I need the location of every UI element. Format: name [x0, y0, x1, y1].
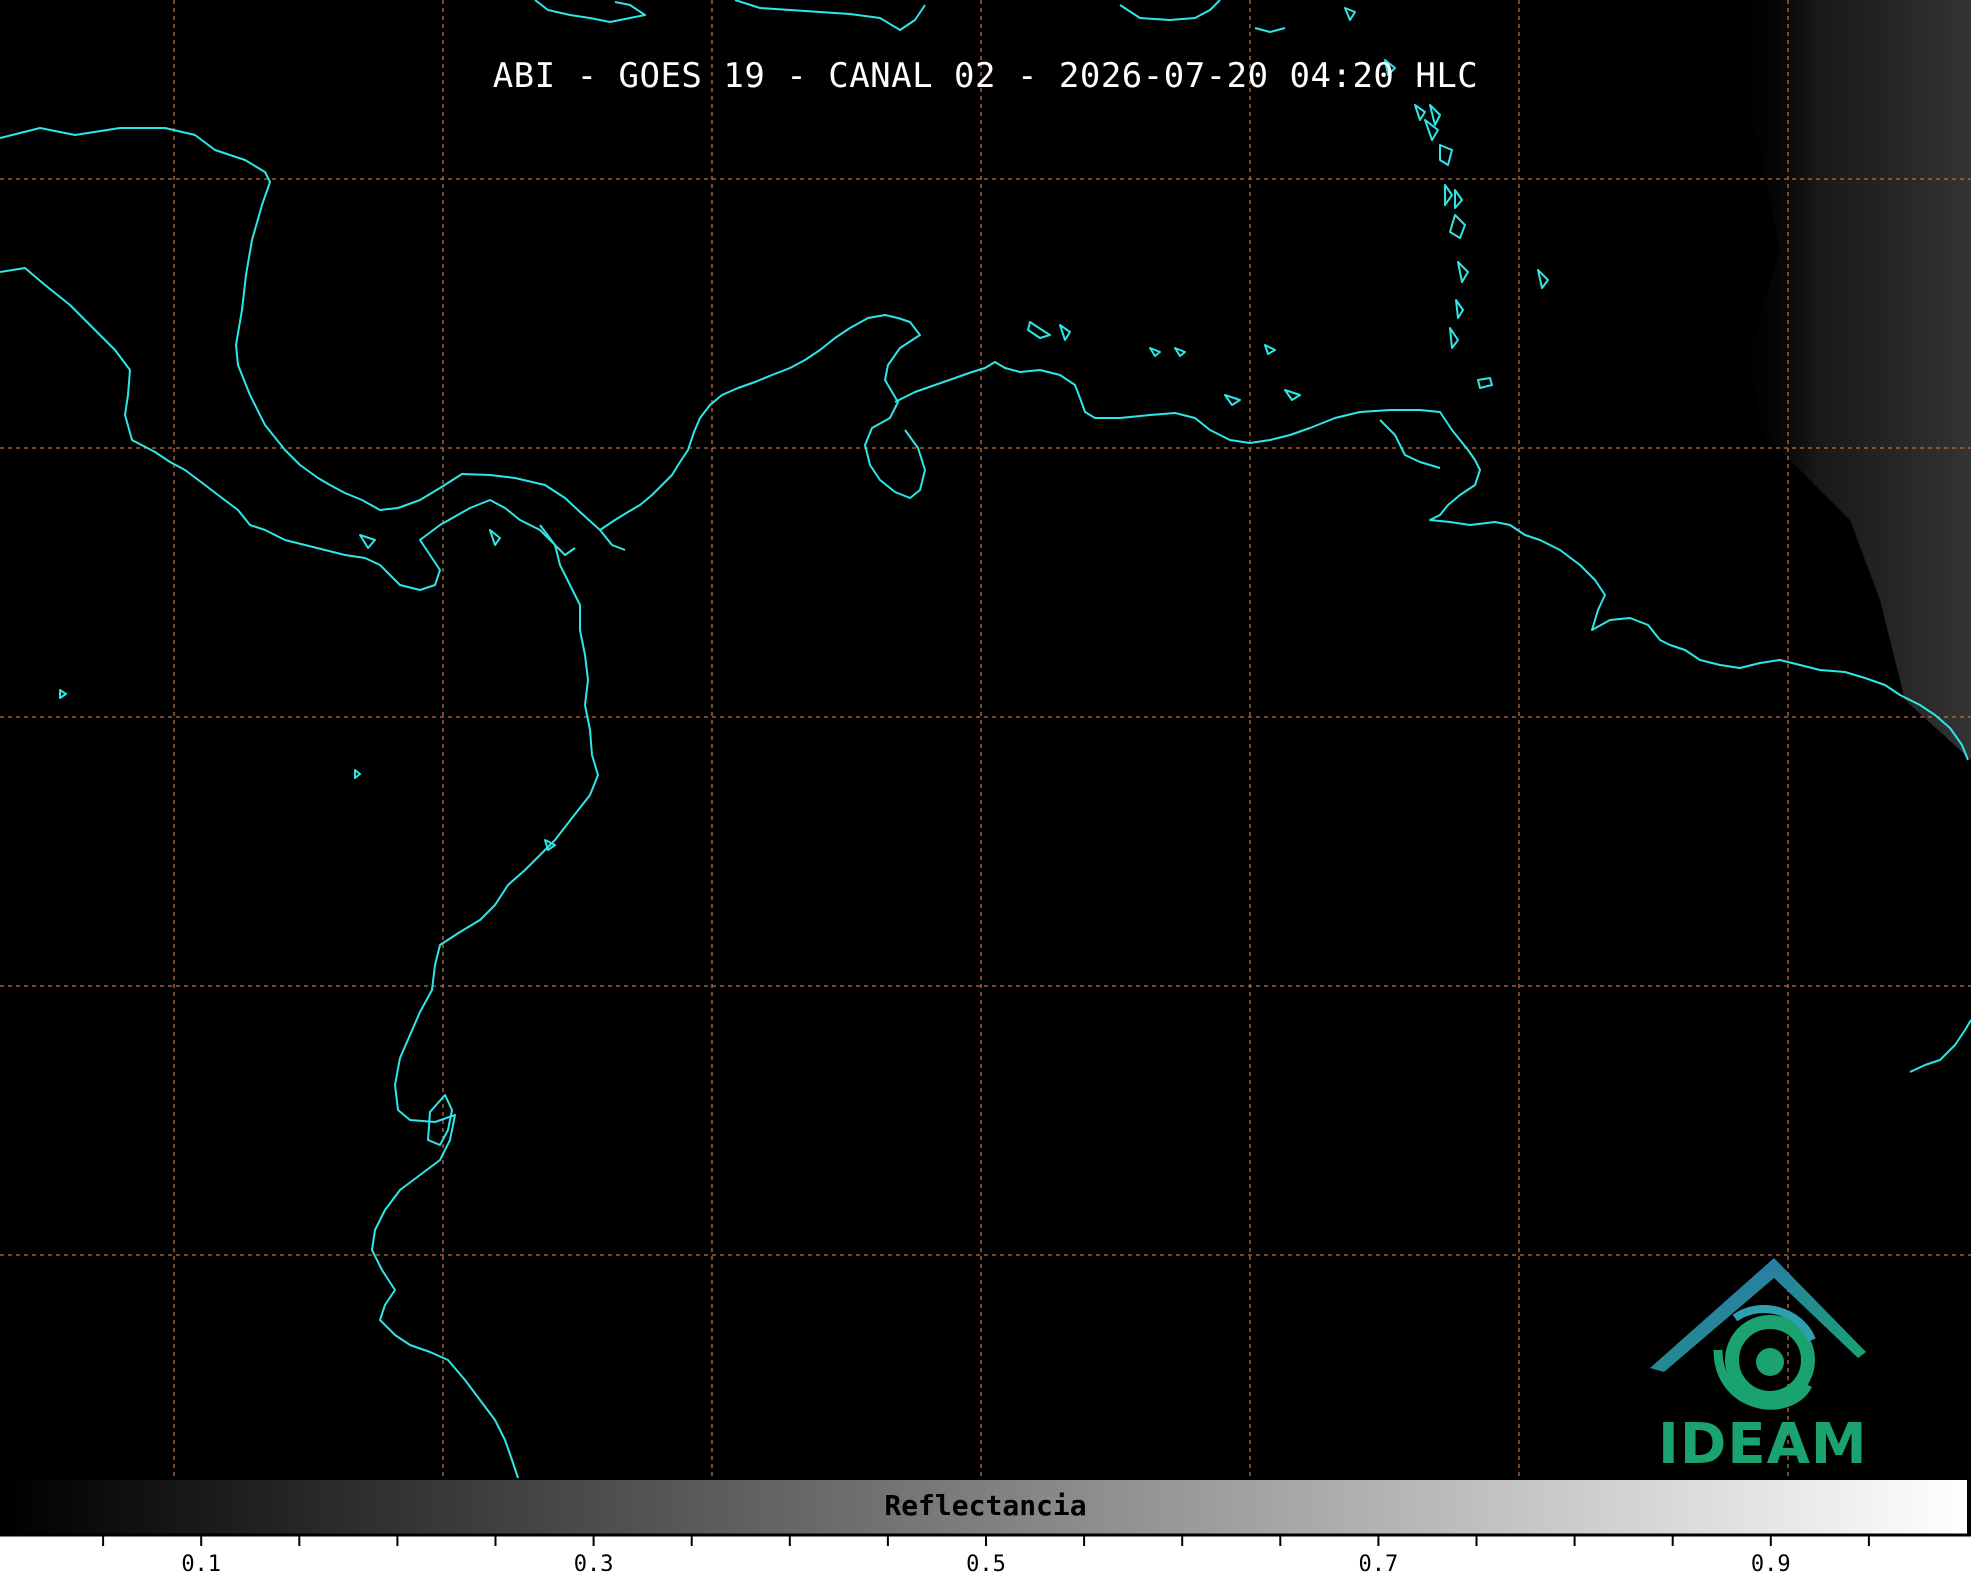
colorbar-label: Reflectancia [884, 1489, 1087, 1522]
colorbar-tick-label: 0.1 [181, 1552, 222, 1577]
colorbar-tick-label: 0.7 [1358, 1552, 1399, 1577]
colorbar-tick-label: 0.3 [573, 1552, 614, 1577]
satellite-map [0, 0, 1971, 1577]
colorbar-tick-label: 0.9 [1750, 1552, 1791, 1577]
colorbar-tick-label: 0.5 [966, 1552, 1006, 1577]
map-title: ABI - GOES 19 - CANAL 02 - 2026-07-20 04… [492, 56, 1479, 96]
ideam-logo-text: IDEAM [1658, 1412, 1868, 1477]
map-background [0, 0, 1971, 1478]
